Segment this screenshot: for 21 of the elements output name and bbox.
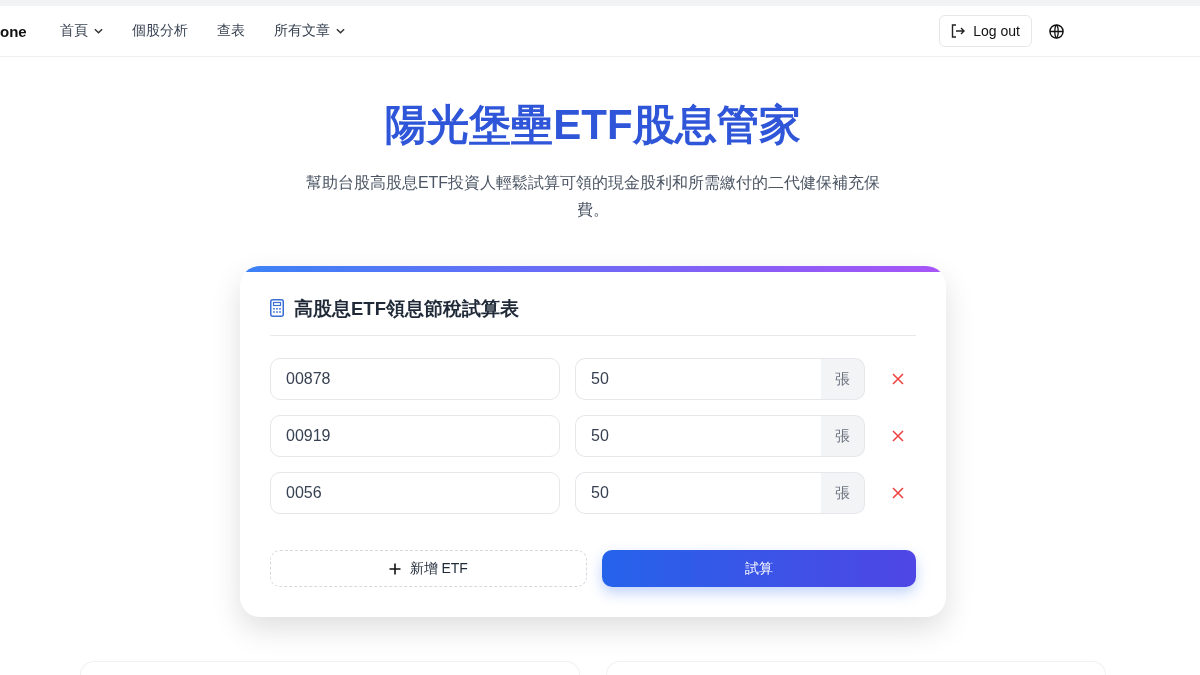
- logout-button[interactable]: Log out: [939, 15, 1032, 47]
- etf-code-input[interactable]: 0056: [270, 472, 560, 514]
- close-icon: [892, 430, 904, 442]
- calculator-icon: [270, 299, 284, 317]
- page-subtitle: 幫助台股高股息ETF投資人輕鬆試算可領的現金股利和所需繳付的二代健保補充保費。: [304, 173, 882, 220]
- card-title: 高股息ETF領息節稅試算表: [294, 296, 519, 321]
- plus-icon: [388, 562, 401, 575]
- calculate-button[interactable]: 試算: [601, 550, 916, 587]
- etf-code-input[interactable]: 00878: [270, 358, 560, 400]
- page-title: 陽光堡壘ETF股息管家: [385, 100, 801, 150]
- etf-code-input[interactable]: 00919: [270, 415, 560, 457]
- brand-name[interactable]: one: [0, 22, 27, 40]
- add-etf-button[interactable]: 新增 ETF: [270, 550, 587, 587]
- globe-icon[interactable]: [1049, 23, 1064, 39]
- nav-link[interactable]: 個股分析: [131, 22, 188, 40]
- logout-icon: [951, 24, 966, 38]
- nav-link[interactable]: 查表: [216, 22, 245, 40]
- close-icon: [892, 487, 904, 499]
- close-icon: [892, 373, 904, 385]
- nav-link[interactable]: 所有文章: [273, 22, 345, 40]
- nav-link[interactable]: 首頁: [59, 22, 103, 40]
